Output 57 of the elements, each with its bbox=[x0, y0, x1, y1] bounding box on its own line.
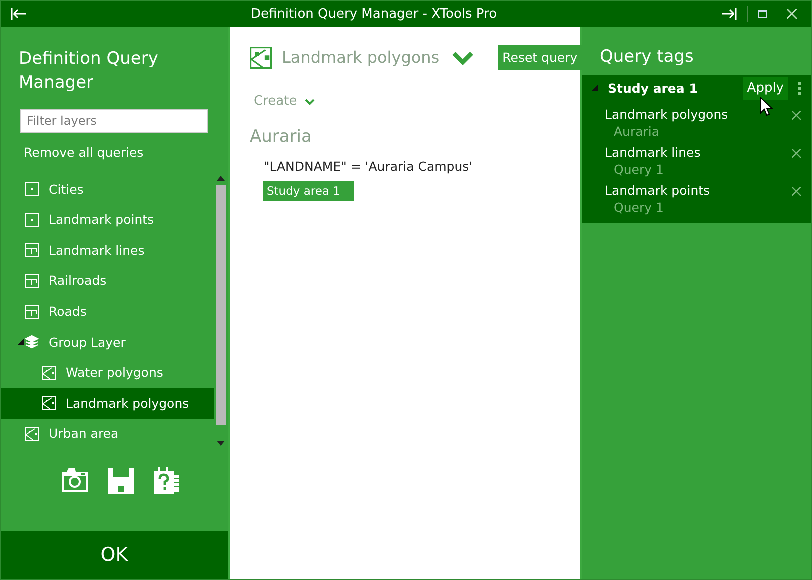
expand-right-icon[interactable] bbox=[721, 8, 737, 20]
query-tag[interactable]: Study area 1 bbox=[263, 181, 354, 201]
polygon-layer-icon bbox=[42, 366, 56, 380]
layer-item[interactable]: Urban area bbox=[1, 418, 214, 450]
close-icon[interactable] bbox=[792, 149, 801, 158]
layer-item[interactable]: Cities bbox=[1, 174, 214, 205]
layer-dropdown[interactable]: Landmark polygons bbox=[282, 46, 474, 68]
line-layer-icon bbox=[25, 304, 39, 319]
apply-button[interactable]: Apply bbox=[743, 76, 788, 100]
expand-triangle-icon[interactable] bbox=[18, 339, 24, 346]
camera-icon[interactable] bbox=[60, 467, 88, 493]
window-title: Definition Query Manager - XTools Pro bbox=[250, 6, 498, 22]
ok-button[interactable]: OK bbox=[1, 531, 228, 579]
tag-name: Study area 1 bbox=[608, 80, 699, 96]
query-expression: "LANDNAME" = 'Auraria Campus' bbox=[264, 159, 473, 174]
save-icon[interactable] bbox=[106, 467, 134, 495]
layers-icon bbox=[25, 335, 39, 350]
panel-title: Query tags bbox=[599, 46, 695, 69]
tag-layer-name: Landmark points bbox=[605, 183, 712, 198]
more-icon[interactable] bbox=[798, 82, 801, 94]
create-dropdown[interactable]: Create bbox=[254, 94, 316, 109]
expand-triangle-icon[interactable] bbox=[592, 85, 598, 91]
point-layer-icon bbox=[25, 212, 39, 227]
layer-item[interactable]: Railroads bbox=[1, 266, 214, 296]
polygon-layer-icon bbox=[42, 396, 56, 410]
close-icon[interactable] bbox=[792, 187, 801, 196]
polygon-layer-icon bbox=[250, 46, 272, 68]
line-layer-icon bbox=[25, 274, 39, 288]
layer-item[interactable]: Roads bbox=[1, 296, 214, 327]
layer-item[interactable]: Landmark polygons bbox=[1, 388, 214, 418]
close-icon[interactable] bbox=[792, 111, 801, 120]
scroll-down-icon[interactable] bbox=[217, 441, 225, 446]
reset-query-button[interactable]: Reset query bbox=[498, 45, 583, 70]
layer-item[interactable]: Water polygons bbox=[1, 357, 214, 388]
tag-layer-name: Landmark polygons bbox=[605, 107, 730, 122]
tag-query-name: Query 1 bbox=[613, 200, 665, 215]
tag-query-name: Query 1 bbox=[613, 162, 665, 177]
filter-field[interactable]: Filter layers bbox=[20, 109, 208, 133]
polygon-layer-icon bbox=[25, 426, 39, 441]
panel-title: Definition Query Manager bbox=[18, 48, 160, 95]
collapse-left-icon[interactable] bbox=[11, 8, 27, 20]
tag-layer-name: Landmark lines bbox=[605, 145, 702, 160]
remove-all-link[interactable]: Remove all queries bbox=[24, 145, 144, 160]
help-notebook-icon[interactable] bbox=[152, 467, 180, 495]
scrollbar-thumb[interactable] bbox=[216, 185, 226, 425]
layer-item[interactable]: Landmark lines bbox=[1, 235, 214, 266]
tag-query-name: Auraria bbox=[613, 124, 661, 139]
scroll-up-icon[interactable] bbox=[217, 176, 225, 181]
cursor-icon bbox=[760, 97, 773, 117]
line-layer-icon bbox=[25, 243, 39, 258]
layer-item[interactable]: Landmark points bbox=[1, 204, 214, 236]
maximize-icon[interactable] bbox=[758, 10, 767, 18]
chevron-down-icon bbox=[305, 98, 316, 104]
point-layer-icon bbox=[25, 182, 39, 196]
close-icon[interactable] bbox=[787, 9, 797, 19]
query-name: Auraria bbox=[250, 127, 312, 147]
layer-item[interactable]: Group Layer bbox=[1, 326, 214, 358]
